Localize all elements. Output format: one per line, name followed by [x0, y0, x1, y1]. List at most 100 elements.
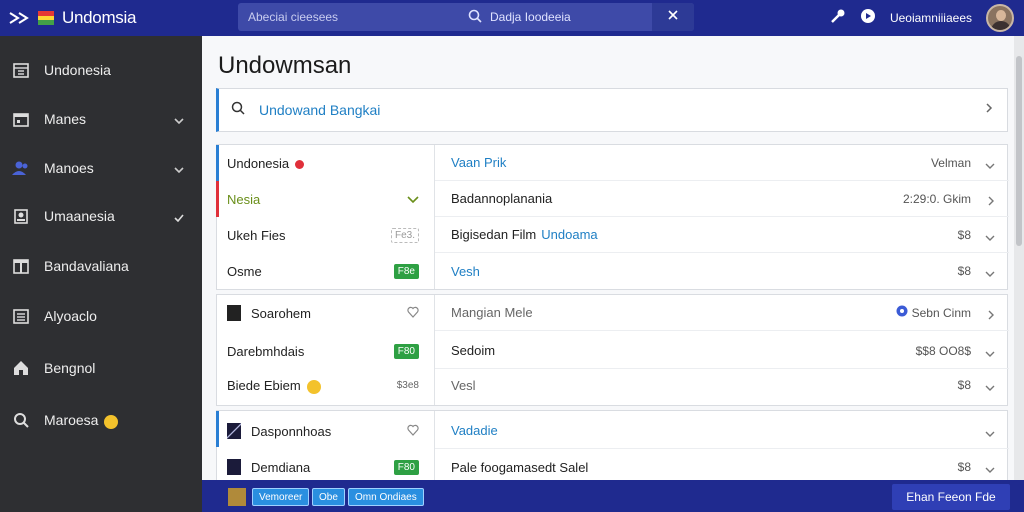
thumbnail [228, 488, 246, 506]
row-label: Mangian Mele [451, 305, 533, 320]
chevron-down-icon[interactable] [985, 380, 995, 395]
table-row[interactable]: Vadadie [435, 413, 1009, 449]
list-item[interactable]: Dasponnhoas [217, 413, 435, 449]
table-row[interactable]: Vesh $8 [435, 253, 1009, 289]
chevron-down-icon[interactable] [174, 112, 184, 128]
calendar-icon [10, 108, 32, 130]
row-label-highlight: Undoama [541, 227, 598, 242]
sidebar-item-label: Bengnol [44, 360, 96, 376]
page-title: Undowmsan [218, 52, 352, 79]
list-item[interactable]: Ukeh Fies Fe3. [217, 217, 435, 253]
brand-title: Undomsia [62, 8, 137, 27]
sidebar-item-label: Manes [44, 111, 87, 127]
sidebar-item-manes[interactable]: Manes [0, 99, 202, 139]
home-icon [10, 357, 32, 379]
sidebar-item-bandavaliana[interactable]: Bandavaliana [0, 246, 202, 286]
thumbnail [227, 459, 241, 475]
text-icon [10, 255, 32, 277]
check-icon [174, 209, 184, 225]
table-row[interactable]: Vesl $8 [435, 367, 1009, 403]
primary-action-button[interactable]: Ehan Feeon Fde [892, 484, 1010, 510]
filter-chip[interactable]: Vemoreer [252, 488, 310, 506]
row-label: Bigisedan Film [451, 227, 537, 242]
chevron-right-icon[interactable] [987, 308, 995, 323]
sidebar-item-undonesia[interactable]: Undonesia [0, 50, 202, 90]
chevron-right-icon[interactable] [987, 194, 995, 209]
search-placeholder[interactable]: Abeciai cieesees [238, 10, 458, 24]
chevron-down-icon[interactable] [985, 230, 995, 245]
global-search[interactable]: Abeciai cieesees Dadja Ioodeeia [238, 3, 694, 31]
list-item[interactable]: Soarohem [217, 295, 435, 331]
sidebar-item-label: Alyoaclo [44, 308, 97, 324]
chevron-down-icon[interactable] [174, 161, 184, 177]
menu-icon[interactable] [8, 10, 30, 26]
list-item-label: Osme [227, 263, 262, 279]
chevron-down-icon[interactable] [985, 158, 995, 173]
smiley-icon [104, 415, 119, 429]
scrollbar[interactable] [1014, 36, 1024, 480]
list-item[interactable]: Undonesia [217, 145, 435, 181]
filter-chip[interactable]: Obe [312, 488, 345, 506]
row-value: $8 [957, 264, 971, 278]
play-circle-icon[interactable] [860, 8, 876, 29]
sidebar-item-alyoaclo[interactable]: Alyoaclo [0, 296, 202, 336]
table-row[interactable]: Mangian Mele Sebn Cinm [435, 295, 1009, 331]
brand[interactable]: Undomsia [0, 0, 200, 36]
close-search-button[interactable] [652, 3, 694, 31]
chevron-right-icon[interactable] [985, 101, 993, 119]
scrollbar-thumb[interactable] [1016, 56, 1022, 246]
row-label: Badannoplanania [451, 191, 553, 206]
list-item-label: Soarohem [251, 305, 311, 321]
row-value: Sebn Cinm [896, 305, 971, 320]
heart-icon[interactable] [407, 424, 419, 439]
chevron-down-icon[interactable] [985, 266, 995, 281]
main-content: Undowmsan Undowand Bangkai Undonesia Nes… [202, 36, 1014, 512]
row-value: 2:29:0. Gkim [902, 191, 971, 206]
list-item[interactable]: Darebmhdais F80 [217, 333, 435, 369]
panel-2: Soarohem Darebmhdais F80 Biede Ebiem $3e… [216, 294, 1009, 406]
row-label: Pale foogamasedt Salel [451, 459, 589, 475]
sidebar-item-maroesa[interactable]: Maroesa [0, 400, 202, 440]
bottom-bar: Vemoreer Obe Omn Ondiaes Ehan Feeon Fde [202, 480, 1024, 512]
chevron-down-icon[interactable] [985, 462, 995, 477]
row-value: $8 [957, 460, 971, 474]
avatar[interactable] [986, 4, 1014, 32]
list-item-label: Nesia [227, 191, 261, 207]
sidebar-item-manoes[interactable]: Manoes [0, 148, 202, 188]
row-value: $$8 OO8$ [915, 343, 971, 358]
list-item-label: Undonesia [227, 155, 290, 171]
chevron-down-icon[interactable] [407, 192, 419, 207]
table-row[interactable]: Vaan Prik Velman [435, 145, 1009, 181]
list-item[interactable]: Nesia [217, 181, 435, 217]
chevron-down-icon[interactable] [985, 426, 995, 441]
row-value: $3e8 [396, 379, 419, 391]
sidebar-item-label: Undonesia [44, 62, 111, 78]
panel-1: Undonesia Nesia Ukeh Fies Fe3. Osme F8e … [216, 144, 1009, 290]
person-card-icon [10, 205, 32, 227]
sidebar-item-bengnol[interactable]: Bengnol [0, 348, 202, 388]
user-name[interactable]: Ueoiamniiiaees [890, 11, 972, 25]
row-label: Vesh [451, 263, 480, 279]
row-label: Sedoim [451, 343, 496, 358]
table-row[interactable]: Badannoplanania 2:29:0. Gkim [435, 181, 1009, 217]
chevron-down-icon[interactable] [985, 346, 995, 361]
main-search-bar[interactable]: Undowand Bangkai [216, 88, 1008, 132]
wrench-icon[interactable] [830, 8, 846, 29]
table-row[interactable]: Sedoim $$8 OO8$ [435, 333, 1009, 369]
status-badge: Fe3. [390, 227, 419, 243]
heart-icon[interactable] [407, 306, 419, 321]
list-item[interactable]: Biede Ebiem $3e8 [217, 367, 435, 403]
smiley-icon [306, 380, 321, 394]
search-query[interactable]: Dadja Ioodeeia [458, 9, 652, 26]
list-item[interactable]: Osme F8e [217, 253, 435, 289]
thumbnail [227, 423, 241, 439]
list-item-label: Darebmhdais [227, 343, 305, 359]
table-row[interactable]: Bigisedan Film Undoama $8 [435, 217, 1009, 253]
sidebar-item-label: Bandavaliana [44, 258, 129, 274]
list-item-label: Dasponnhoas [251, 423, 332, 439]
flag-icon [38, 11, 54, 25]
sidebar-item-umaanesia[interactable]: Umaanesia [0, 196, 202, 236]
main-search-text[interactable]: Undowand Bangkai [259, 102, 985, 118]
filter-chip[interactable]: Omn Ondiaes [348, 488, 424, 506]
panel-1-left: Undonesia Nesia Ukeh Fies Fe3. Osme F8e [216, 145, 435, 289]
